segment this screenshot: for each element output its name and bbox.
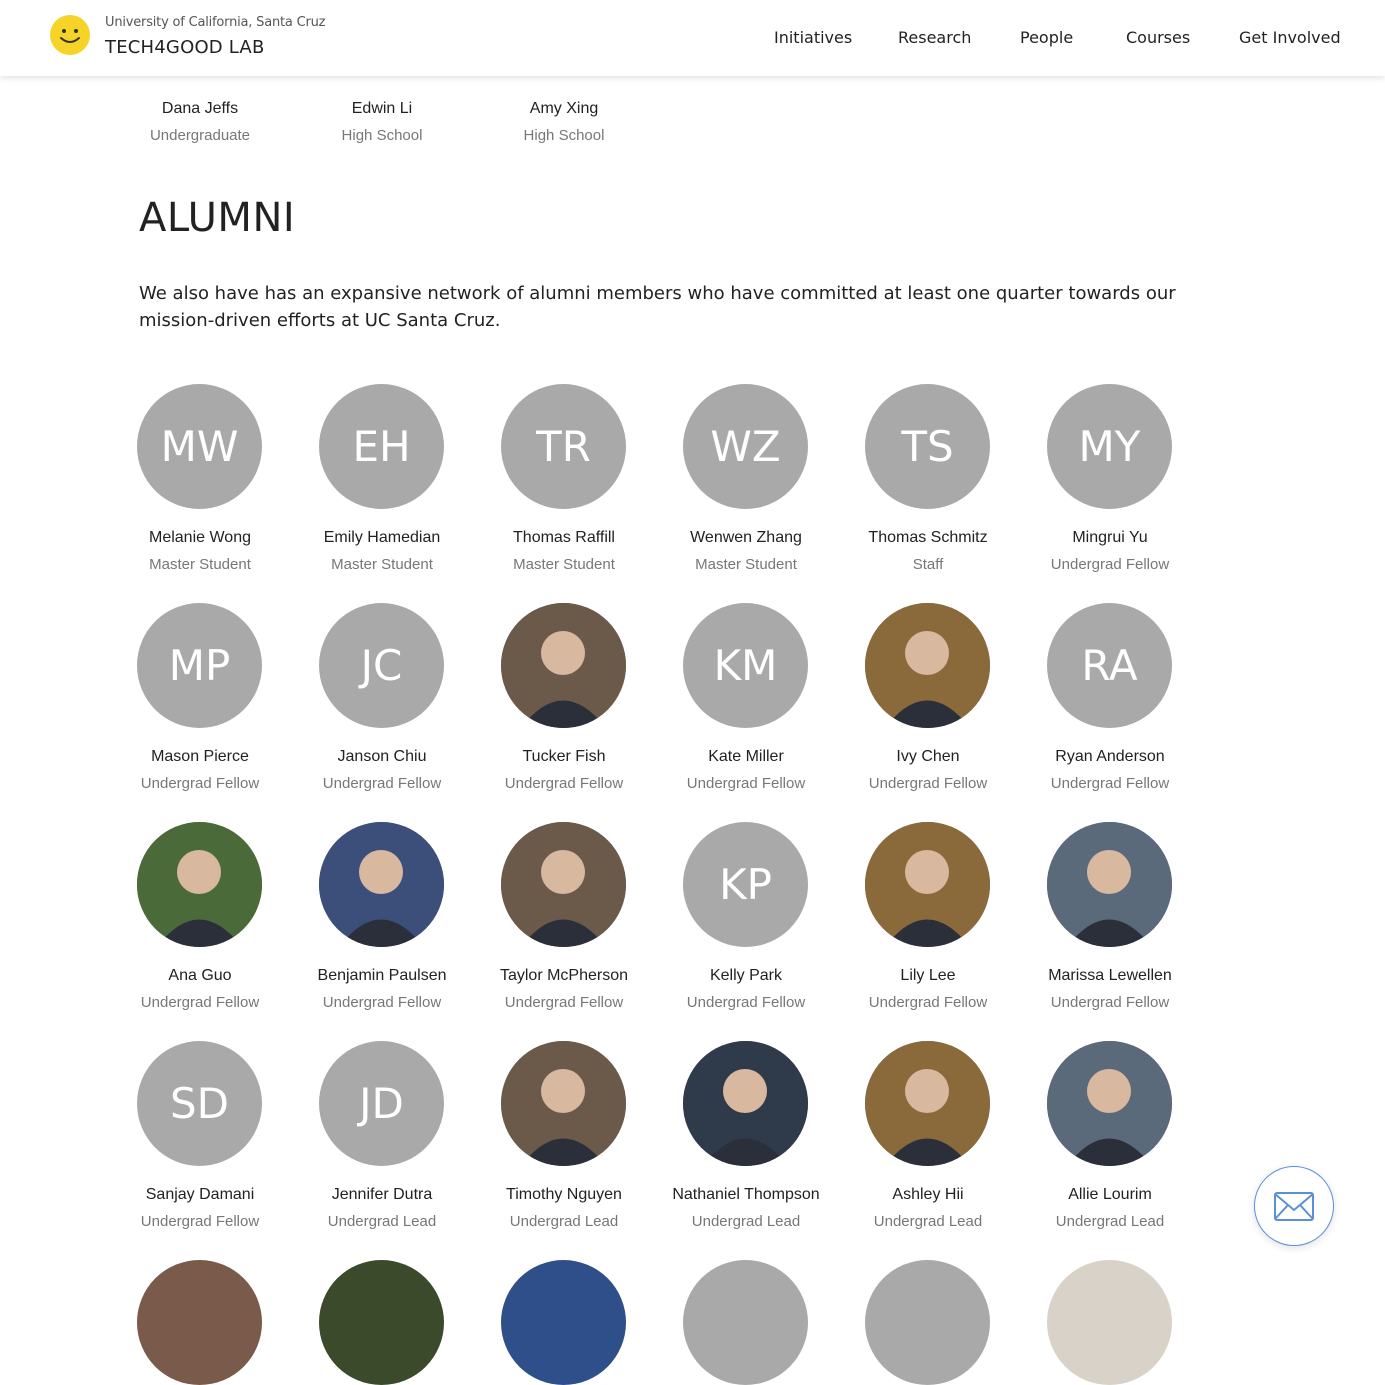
member-role: Undergrad Fellow [1050, 556, 1170, 573]
section-title: ALUMNI [139, 195, 296, 241]
member-name: Timothy Nguyen [506, 1186, 622, 1203]
member-name: Janson Chiu [337, 748, 427, 765]
member-photo [137, 822, 262, 947]
member-role: Undergrad Lead [1055, 1213, 1165, 1230]
member-role: Undergrad Fellow [868, 775, 988, 792]
member-role: Undergrad Lead [691, 1213, 801, 1230]
member-role: Undergrad Fellow [504, 775, 624, 792]
member-role: High School [341, 127, 423, 144]
member-name: Ryan Anderson [1055, 748, 1165, 765]
member-avatar-partial [865, 1260, 990, 1385]
member-photo [501, 1041, 626, 1166]
member-photo [1047, 822, 1172, 947]
member-initials-avatar: TR [501, 384, 626, 509]
nav-people[interactable]: People [1020, 28, 1073, 47]
member-role: Undergrad Fellow [322, 775, 442, 792]
member-name: Mason Pierce [151, 748, 249, 765]
member-name: Emily Hamedian [323, 529, 441, 546]
member-role: Undergrad Lead [327, 1213, 437, 1230]
member-name: Tucker Fish [522, 748, 606, 765]
section-description: We also have has an expansive network of… [139, 283, 1176, 331]
member-initials-avatar: MY [1047, 384, 1172, 509]
member-avatar-partial [501, 1260, 626, 1385]
member-role: Undergrad Fellow [140, 1213, 260, 1230]
member-role: Undergrad Lead [873, 1213, 983, 1230]
member-avatar-partial [319, 1260, 444, 1385]
member-name: Marissa Lewellen [1048, 967, 1172, 984]
member-name: Jennifer Dutra [331, 1186, 433, 1203]
member-photo [865, 603, 990, 728]
member-name: Wenwen Zhang [690, 529, 802, 546]
member-role: Undergrad Fellow [140, 775, 260, 792]
member-role: Master Student [331, 556, 433, 573]
nav-initiatives[interactable]: Initiatives [774, 28, 852, 47]
member-role: Undergrad Lead [509, 1213, 619, 1230]
member-name: Kate Miller [708, 748, 784, 765]
member-name: Amy Xing [529, 100, 599, 117]
member-photo [319, 822, 444, 947]
member-name: Ashley Hii [892, 1186, 964, 1203]
member-avatar-partial [137, 1260, 262, 1385]
member-role: Undergrad Fellow [686, 775, 806, 792]
member-name: Mingrui Yu [1072, 529, 1148, 546]
member-name: Allie Lourim [1068, 1186, 1152, 1203]
member-initials-avatar: MW [137, 384, 262, 509]
member-name: Benjamin Paulsen [317, 967, 447, 984]
member-initials-avatar: JC [319, 603, 444, 728]
member-initials-avatar: WZ [683, 384, 808, 509]
member-role: Undergrad Fellow [686, 994, 806, 1011]
member-name: Lily Lee [900, 967, 956, 984]
member-role: Master Student [149, 556, 251, 573]
envelope-icon [1274, 1192, 1314, 1221]
member-initials-avatar: TS [865, 384, 990, 509]
member-avatar-partial [1047, 1260, 1172, 1385]
member-name: Dana Jeffs [161, 100, 239, 117]
member-name: Ana Guo [168, 967, 232, 984]
member-role: Undergrad Fellow [1050, 994, 1170, 1011]
member-name: Sanjay Damani [145, 1186, 255, 1203]
member-name: Ivy Chen [896, 748, 960, 765]
member-name: Taylor McPherson [499, 967, 629, 984]
nav-research[interactable]: Research [898, 28, 971, 47]
member-photo [865, 1041, 990, 1166]
member-name: Nathaniel Thompson [672, 1186, 820, 1203]
nav-courses[interactable]: Courses [1126, 28, 1190, 47]
member-role: Undergrad Fellow [868, 994, 988, 1011]
member-role: Undergrad Fellow [1050, 775, 1170, 792]
member-photo [865, 822, 990, 947]
contact-button[interactable] [1254, 1166, 1334, 1246]
member-role: Undergraduate [149, 127, 251, 144]
member-role: High School [523, 127, 605, 144]
member-name: Melanie Wong [149, 529, 251, 546]
member-name: Edwin Li [351, 100, 413, 117]
member-initials-avatar: EH [319, 384, 444, 509]
member-role: Undergrad Fellow [504, 994, 624, 1011]
member-photo [683, 1041, 808, 1166]
member-initials-avatar: JD [319, 1041, 444, 1166]
member-photo [1047, 1041, 1172, 1166]
member-role: Undergrad Fellow [140, 994, 260, 1011]
main-nav: Initiatives Research People Courses Get … [0, 28, 1385, 50]
member-role: Master Student [513, 556, 615, 573]
member-initials-avatar: SD [137, 1041, 262, 1166]
member-role: Staff [912, 556, 944, 573]
member-initials-avatar: KM [683, 603, 808, 728]
member-role: Undergrad Fellow [322, 994, 442, 1011]
member-initials-avatar: KP [683, 822, 808, 947]
site-header: University of California, Santa Cruz TEC… [0, 0, 1385, 76]
member-name: Kelly Park [709, 967, 783, 984]
member-photo [501, 822, 626, 947]
nav-get-involved[interactable]: Get Involved [1239, 28, 1341, 47]
member-photo [501, 603, 626, 728]
member-initials-avatar: MP [137, 603, 262, 728]
member-initials-avatar: RA [1047, 603, 1172, 728]
member-name: Thomas Raffill [513, 529, 615, 546]
member-role: Master Student [695, 556, 797, 573]
member-name: Thomas Schmitz [868, 529, 988, 546]
member-avatar-partial [683, 1260, 808, 1385]
